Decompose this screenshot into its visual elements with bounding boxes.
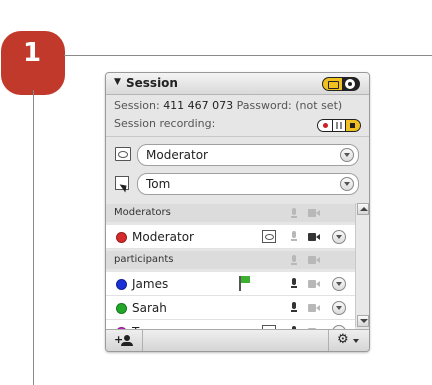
camera-icon[interactable] [308,233,320,241]
pointer-icon [115,176,129,190]
person-icon [121,335,133,346]
dropdown-arrow-icon [353,339,359,343]
camera-icon [308,256,320,264]
panel-titlebar: ▼ Session [106,73,369,95]
camera-icon [308,209,320,217]
row-menu-chevron-icon[interactable] [332,277,346,291]
divider [106,136,369,137]
panel-title: Session [126,76,178,90]
user-name: James [132,277,169,291]
chevron-down-icon[interactable] [340,177,354,191]
toggle-left-segment [323,78,342,90]
camera-icon[interactable] [308,280,320,288]
user-dropdown[interactable]: Tom [137,173,359,195]
guide-line-horizontal [64,55,432,56]
status-dot [116,232,127,243]
mic-icon[interactable] [290,278,297,289]
moderators-section-header: Moderators [106,204,355,222]
guide-line-vertical [33,90,34,385]
session-panel: ▼ Session Session: 411 467 073 Password:… [105,72,370,352]
scrollbar[interactable] [355,203,369,327]
user-name: Moderator [132,230,194,244]
collapse-arrow-icon[interactable]: ▼ [114,77,121,87]
gear-icon: ⚙ [337,332,349,347]
presenter-icon [262,230,276,243]
section-label: Moderators [114,207,171,218]
session-label: Session: [114,99,160,112]
flag-icon [239,276,250,291]
mic-icon[interactable] [290,231,297,242]
password-label: Password: [236,99,292,112]
role-dropdown-value: Moderator [146,148,208,162]
camera-icon [328,81,339,89]
status-dot [116,279,127,290]
row-menu-chevron-icon[interactable] [332,230,346,244]
recording-label: Session recording: [114,117,216,130]
list-item[interactable]: Sarah [106,296,355,320]
user-name: Sarah [132,301,167,315]
mic-icon[interactable] [290,302,297,313]
mic-icon [290,208,297,219]
session-info: Session: 411 467 073 Password: (not set) [114,99,342,112]
password-value: (not set) [295,99,343,112]
status-dot [116,303,127,314]
chevron-down-icon[interactable] [340,148,354,162]
list-item[interactable]: James [106,272,355,296]
list-item[interactable]: Moderator [106,225,355,249]
settings-menu-button[interactable]: ⚙ [328,330,369,351]
record-dot-icon[interactable] [345,79,355,89]
session-id: 411 467 073 [163,99,234,112]
role-dropdown[interactable]: Moderator [137,144,359,166]
camera-icon[interactable] [308,304,320,312]
record-button[interactable] [318,120,332,131]
user-dropdown-value: Tom [146,177,171,191]
scroll-down-arrow-icon[interactable] [357,315,369,327]
mic-icon [290,255,297,266]
section-label: participants [114,254,174,265]
presenter-role-icon [115,147,131,161]
recording-controls [317,119,361,132]
pause-button[interactable] [333,120,345,131]
row-menu-chevron-icon[interactable] [332,301,346,315]
scroll-up-arrow-icon[interactable] [357,203,369,215]
stop-button[interactable] [346,120,360,131]
step-number: 1 [22,38,42,68]
camera-toggle[interactable] [322,77,360,91]
add-user-button[interactable]: + [106,330,143,351]
participants-section-header: participants [106,251,355,269]
panel-footer: + ⚙ [106,329,369,351]
